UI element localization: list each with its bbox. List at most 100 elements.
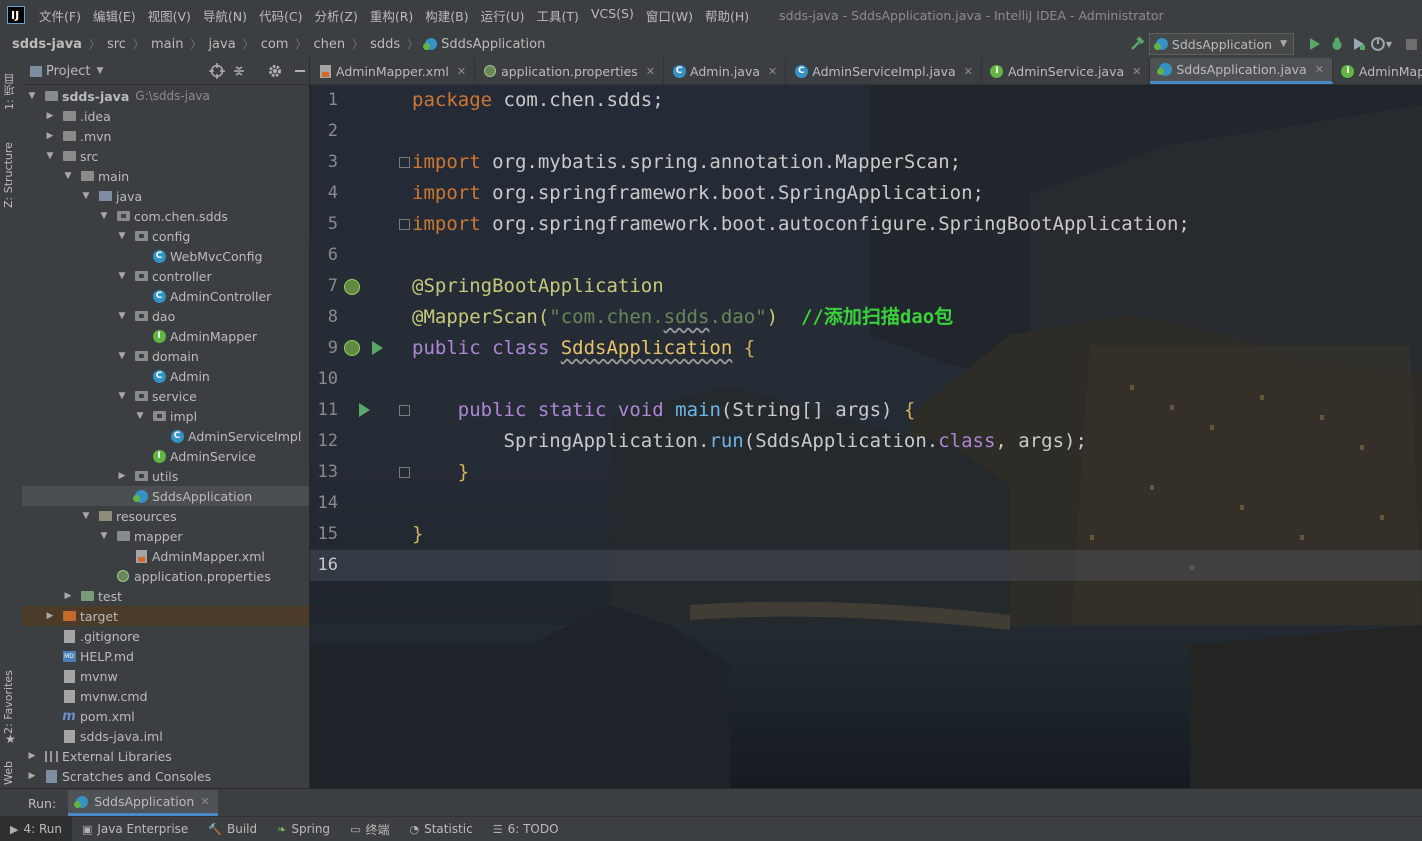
close-icon[interactable]: ✕ (964, 65, 973, 78)
tree-item[interactable]: AdminMapper.xml (22, 546, 309, 566)
editor-tab[interactable]: SddsApplication.java ✕ (1150, 58, 1333, 84)
run-tab[interactable]: SddsApplication ✕ (68, 790, 218, 816)
fold-marker-icon[interactable] (399, 405, 410, 416)
bottom-tool-tab[interactable]: ▶ 4: Run (0, 817, 72, 841)
expanded-arrow-icon[interactable]: ▼ (99, 531, 109, 541)
menu-item[interactable]: 重构(R) (364, 6, 419, 25)
tree-item[interactable]: C AdminServiceImpl (22, 426, 309, 446)
tree-item[interactable]: ▼ java (22, 186, 309, 206)
project-panel-title[interactable]: Project (46, 64, 90, 79)
expanded-arrow-icon[interactable]: ▼ (117, 271, 127, 281)
close-icon[interactable]: ✕ (200, 795, 209, 808)
menu-item[interactable]: 分析(Z) (309, 6, 364, 25)
coverage-button[interactable] (1348, 33, 1370, 55)
tree-item[interactable]: C WebMvcConfig (22, 246, 309, 266)
structure-tool-tab[interactable]: Z: Structure (2, 134, 20, 216)
menu-item[interactable]: 工具(T) (531, 6, 585, 25)
breadcrumb-item[interactable]: sdds-java (12, 37, 82, 52)
tree-item[interactable]: application.properties (22, 566, 309, 586)
debug-button[interactable] (1326, 33, 1348, 55)
tree-item[interactable]: SddsApplication (22, 486, 309, 506)
collapsed-arrow-icon[interactable]: ▶ (45, 131, 55, 141)
code-line[interactable]: } (412, 519, 423, 550)
code-line[interactable]: @MapperScan("com.chen.sdds.dao") //添加扫描d… (412, 302, 953, 333)
run-gutter-icon[interactable] (359, 403, 370, 417)
bottom-tool-tab[interactable]: ◔ Statistic (399, 817, 482, 841)
profile-button[interactable]: ▼ (1370, 33, 1392, 55)
spring-bean-icon[interactable] (344, 279, 360, 295)
tree-item[interactable]: ▶ .mvn (22, 126, 309, 146)
tree-item[interactable]: ▼ domain (22, 346, 309, 366)
close-icon[interactable]: ✕ (457, 65, 466, 78)
expanded-arrow-icon[interactable]: ▼ (135, 411, 145, 421)
tree-item[interactable]: ▶ Scratches and Consoles (22, 766, 309, 786)
stop-button[interactable] (1400, 33, 1422, 55)
expanded-arrow-icon[interactable]: ▼ (63, 171, 73, 181)
expanded-arrow-icon[interactable]: ▼ (117, 311, 127, 321)
code-editor[interactable]: 1 2 3 4 5 6 7 8 9 10 11 12 13 14 15 16 package com.chen… (310, 85, 1422, 788)
editor-tab[interactable]: C Admin.java ✕ (664, 58, 787, 84)
tree-item[interactable]: C Admin (22, 366, 309, 386)
expanded-arrow-icon[interactable]: ▼ (81, 511, 91, 521)
code-line[interactable]: SpringApplication.run(SddsApplication.cl… (412, 426, 1087, 457)
collapsed-arrow-icon[interactable]: ▶ (45, 611, 55, 621)
menu-item[interactable]: 导航(N) (197, 6, 253, 25)
tree-item[interactable]: .gitignore (22, 626, 309, 646)
expanded-arrow-icon[interactable]: ▼ (99, 211, 109, 221)
collapsed-arrow-icon[interactable]: ▶ (45, 111, 55, 121)
tree-item[interactable]: ▼ controller (22, 266, 309, 286)
breadcrumb-item[interactable]: src (107, 37, 126, 52)
tree-item[interactable]: ▼ dao (22, 306, 309, 326)
code-line[interactable]: @SpringBootApplication (412, 271, 664, 302)
code-line[interactable]: import org.springframework.boot.SpringAp… (412, 178, 984, 209)
gear-icon[interactable] (267, 63, 283, 79)
code-line[interactable]: public static void main(String[] args) { (412, 395, 916, 426)
code-line[interactable]: import org.mybatis.spring.annotation.Map… (412, 147, 961, 178)
tree-item[interactable]: ▶ target (22, 606, 309, 626)
favorites-tool-tab[interactable]: 2: Favorites (2, 664, 20, 740)
tree-item[interactable]: ▼ config (22, 226, 309, 246)
tree-item[interactable]: ▼ sdds-java G:\sdds-java (22, 86, 309, 106)
tree-item[interactable]: I AdminMapper (22, 326, 309, 346)
expanded-arrow-icon[interactable]: ▼ (27, 91, 37, 101)
breadcrumb-item[interactable]: com (261, 37, 289, 52)
menu-item[interactable]: 窗口(W) (640, 6, 699, 25)
build-hammer-icon[interactable] (1127, 33, 1149, 55)
fold-marker-icon[interactable] (399, 157, 410, 168)
tree-item[interactable]: ▶ External Libraries (22, 746, 309, 766)
code-line[interactable]: import org.springframework.boot.autoconf… (412, 209, 1190, 240)
editor-tab[interactable]: application.properties ✕ (475, 58, 665, 84)
bottom-tool-tab[interactable]: ▣ Java Enterprise (72, 817, 198, 841)
tree-item[interactable]: I AdminService (22, 446, 309, 466)
tree-item[interactable]: ▶ .idea (22, 106, 309, 126)
tree-item[interactable]: m pom.xml (22, 706, 309, 726)
fold-marker-icon[interactable] (399, 219, 410, 230)
menu-item[interactable]: 代码(C) (253, 6, 308, 25)
chevron-down-icon[interactable]: ▼ (96, 66, 103, 76)
breadcrumb-item[interactable]: sdds (370, 37, 400, 52)
run-gutter-icon[interactable] (372, 341, 383, 355)
expanded-arrow-icon[interactable]: ▼ (117, 351, 127, 361)
collapsed-arrow-icon[interactable]: ▶ (63, 591, 73, 601)
run-configuration-select[interactable]: SddsApplication ▼ (1148, 33, 1294, 55)
bottom-tool-tab[interactable]: ❧ Spring (267, 817, 340, 841)
close-icon[interactable]: ✕ (1315, 63, 1324, 76)
code-line[interactable]: } (412, 457, 469, 488)
editor-tab[interactable]: AdminMapper.xml ✕ (310, 58, 476, 84)
collapsed-arrow-icon[interactable]: ▶ (27, 751, 37, 761)
close-icon[interactable]: ✕ (646, 65, 655, 78)
menu-item[interactable]: 文件(F) (33, 6, 87, 25)
tree-item[interactable]: ▼ service (22, 386, 309, 406)
bottom-tool-tab[interactable]: 🔨 Build (198, 817, 267, 841)
tree-item[interactable]: ▼ mapper (22, 526, 309, 546)
web-tool-tab[interactable]: Web (2, 758, 20, 788)
tree-item[interactable]: ▼ impl (22, 406, 309, 426)
expanded-arrow-icon[interactable]: ▼ (81, 191, 91, 201)
tree-item[interactable]: ▶ utils (22, 466, 309, 486)
tree-item[interactable]: ▶ test (22, 586, 309, 606)
expanded-arrow-icon[interactable]: ▼ (117, 231, 127, 241)
tree-item[interactable]: ▼ main (22, 166, 309, 186)
tree-item[interactable]: ▼ com.chen.sdds (22, 206, 309, 226)
spring-bean-icon[interactable] (344, 340, 360, 356)
close-icon[interactable]: ✕ (1132, 65, 1141, 78)
